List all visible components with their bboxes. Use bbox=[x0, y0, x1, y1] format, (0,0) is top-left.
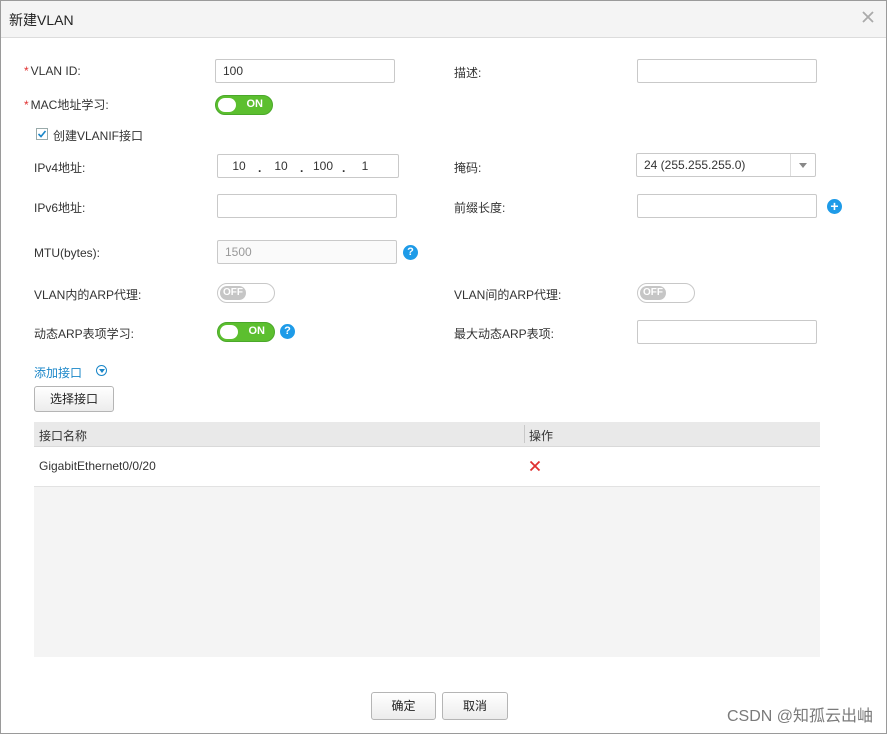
new-vlan-dialog: 新建VLAN * VLAN ID: 100 描述: * MAC地址学习: ON 创建… bbox=[0, 0, 887, 734]
arp-proxy-intra-toggle[interactable]: OFF bbox=[217, 283, 275, 303]
mtu-label: MTU(bytes): bbox=[34, 246, 100, 260]
mac-learning-label: * MAC地址学习: bbox=[24, 98, 109, 112]
toggle-knob bbox=[218, 98, 236, 112]
dialog-title: 新建VLAN bbox=[9, 12, 74, 28]
ipv6-input[interactable] bbox=[217, 194, 397, 218]
port-table: 接口名称 操作 GigabitEthernet0/0/20 bbox=[34, 422, 820, 657]
ok-button[interactable]: 确定 bbox=[371, 692, 436, 720]
column-header-port-name: 接口名称 bbox=[39, 429, 88, 443]
port-name-cell: GigabitEthernet0/0/20 bbox=[39, 459, 156, 473]
vlan-id-input[interactable]: 100 bbox=[215, 59, 395, 83]
arp-proxy-inter-label: VLAN间的ARP代理: bbox=[454, 288, 562, 302]
ipv4-octet-2[interactable]: 10 bbox=[266, 159, 296, 173]
vlan-id-label: * VLAN ID: bbox=[24, 64, 81, 78]
dynamic-arp-label: 动态ARP表项学习: bbox=[34, 327, 135, 341]
checkmark-icon bbox=[37, 130, 47, 138]
mac-learning-toggle[interactable]: ON bbox=[215, 95, 273, 115]
add-port-link[interactable]: 添加接口 bbox=[34, 364, 82, 381]
toggle-state: OFF bbox=[640, 286, 666, 300]
select-port-button[interactable]: 选择接口 bbox=[34, 386, 114, 412]
prefix-length-label: 前缀长度: bbox=[454, 201, 506, 215]
toggle-knob bbox=[220, 325, 238, 339]
mask-select[interactable]: 24 (255.255.255.0) bbox=[636, 153, 816, 177]
ipv4-dot: . bbox=[342, 161, 346, 175]
cancel-button[interactable]: 取消 bbox=[442, 692, 508, 720]
arp-proxy-intra-label: VLAN内的ARP代理: bbox=[34, 288, 142, 302]
dialog-titlebar: 新建VLAN bbox=[1, 1, 886, 38]
prefix-length-input[interactable] bbox=[637, 194, 817, 218]
ipv4-octet-4[interactable]: 1 bbox=[350, 159, 380, 173]
toggle-state: ON bbox=[246, 98, 264, 110]
column-header-action: 操作 bbox=[529, 429, 554, 443]
help-icon[interactable]: ? bbox=[280, 324, 295, 339]
mask-value: 24 (255.255.255.0) bbox=[644, 158, 746, 172]
mtu-input[interactable]: 1500 bbox=[217, 240, 397, 264]
create-vlanif-label: 创建VLANIF接口 bbox=[53, 129, 144, 143]
column-divider[interactable] bbox=[524, 425, 525, 443]
delete-x-icon[interactable] bbox=[529, 460, 541, 472]
watermark: CSDN @知孤云出岫 bbox=[726, 708, 873, 725]
max-dynamic-arp-label: 最大动态ARP表项: bbox=[454, 327, 555, 341]
ipv4-dot: . bbox=[258, 161, 262, 175]
mask-label: 掩码: bbox=[454, 161, 482, 175]
ipv4-octet-1[interactable]: 10 bbox=[224, 159, 254, 173]
description-input[interactable] bbox=[637, 59, 817, 83]
ipv4-label: IPv4地址: bbox=[34, 161, 86, 175]
toggle-state: OFF bbox=[220, 286, 246, 300]
ipv4-dot: . bbox=[300, 161, 304, 175]
close-icon[interactable] bbox=[860, 9, 876, 25]
chevron-down-icon[interactable] bbox=[790, 154, 815, 176]
create-vlanif-checkbox[interactable] bbox=[36, 128, 48, 140]
description-label: 描述: bbox=[454, 66, 482, 80]
table-row[interactable]: GigabitEthernet0/0/20 bbox=[34, 447, 820, 487]
ipv4-octet-3[interactable]: 100 bbox=[308, 159, 338, 173]
dynamic-arp-toggle[interactable]: ON bbox=[217, 322, 275, 342]
toggle-state: ON bbox=[248, 325, 266, 337]
help-icon[interactable]: ? bbox=[403, 245, 418, 260]
chevron-down-circle-icon[interactable] bbox=[96, 365, 107, 376]
max-dynamic-arp-input[interactable] bbox=[637, 320, 817, 344]
arp-proxy-inter-toggle[interactable]: OFF bbox=[637, 283, 695, 303]
table-header: 接口名称 操作 bbox=[34, 422, 820, 447]
plus-circle-icon[interactable]: + bbox=[827, 199, 842, 214]
ipv4-address-field[interactable]: 10 . 10 . 100 . 1 bbox=[217, 154, 399, 178]
ipv6-label: IPv6地址: bbox=[34, 201, 86, 215]
